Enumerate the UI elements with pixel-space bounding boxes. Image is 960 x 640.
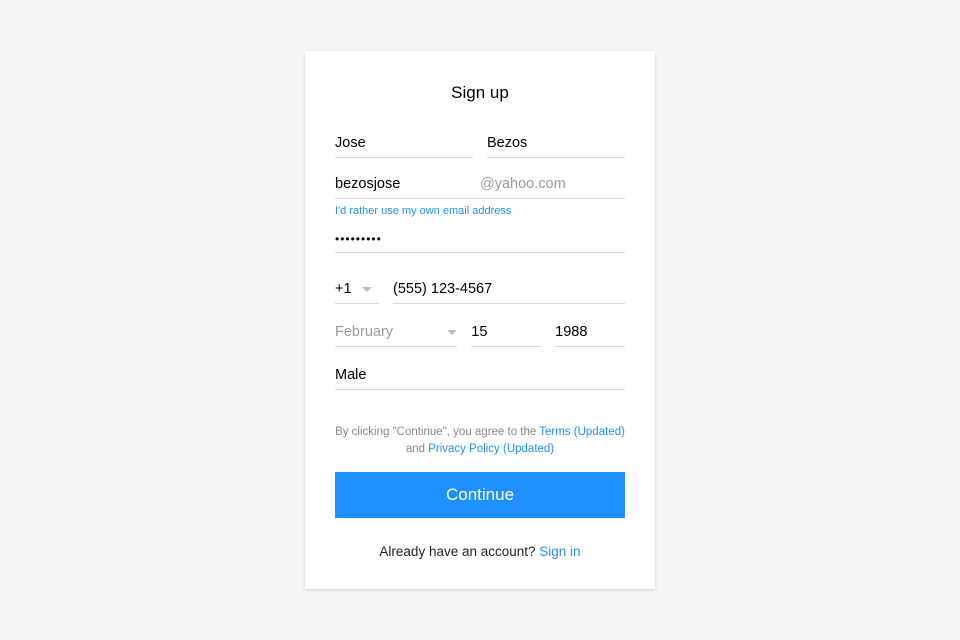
email-local-field[interactable] [335, 170, 480, 198]
signup-card: Sign up @yahoo.com I'd rather use my own… [305, 51, 655, 588]
birth-month-value: February [335, 324, 393, 340]
birth-year-input[interactable] [555, 324, 625, 340]
last-name-input[interactable] [487, 135, 625, 151]
country-code-select[interactable]: +1 [335, 275, 379, 304]
gender-select[interactable]: Male [335, 361, 625, 390]
name-row [335, 129, 625, 158]
terms-link[interactable]: Terms (Updated) [539, 426, 625, 438]
continue-button[interactable]: Continue [335, 472, 625, 518]
birth-day-input[interactable] [471, 324, 541, 340]
birth-year-field[interactable] [555, 318, 625, 347]
terms-middle: and [406, 443, 428, 455]
email-row: @yahoo.com [335, 170, 625, 199]
phone-number-field[interactable] [393, 275, 625, 304]
chevron-down-icon [447, 330, 457, 335]
password-field[interactable]: ••••••••• [335, 225, 625, 253]
first-name-input[interactable] [335, 135, 473, 151]
phone-number-input[interactable] [393, 281, 625, 297]
phone-row: +1 [335, 275, 625, 304]
use-own-email-link[interactable]: I'd rather use my own email address [335, 205, 625, 217]
dob-row: February [335, 318, 625, 347]
gender-value: Male [335, 367, 366, 383]
email-domain-suffix: @yahoo.com [480, 170, 625, 198]
password-mask: ••••••••• [335, 232, 382, 246]
first-name-field[interactable] [335, 129, 473, 158]
page-title: Sign up [335, 83, 625, 103]
birth-month-select[interactable]: February [335, 318, 457, 347]
terms-text: By clicking "Continue", you agree to the… [335, 424, 625, 457]
birth-day-field[interactable] [471, 318, 541, 347]
signin-line: Already have an account? Sign in [335, 544, 625, 559]
chevron-down-icon [362, 287, 372, 292]
terms-prefix: By clicking "Continue", you agree to the [335, 426, 539, 438]
email-local-input[interactable] [335, 176, 480, 192]
signin-link[interactable]: Sign in [539, 544, 580, 559]
privacy-policy-link[interactable]: Privacy Policy (Updated) [428, 443, 554, 455]
country-code-value: +1 [335, 281, 352, 297]
last-name-field[interactable] [487, 129, 625, 158]
signin-prompt: Already have an account? [379, 544, 539, 559]
